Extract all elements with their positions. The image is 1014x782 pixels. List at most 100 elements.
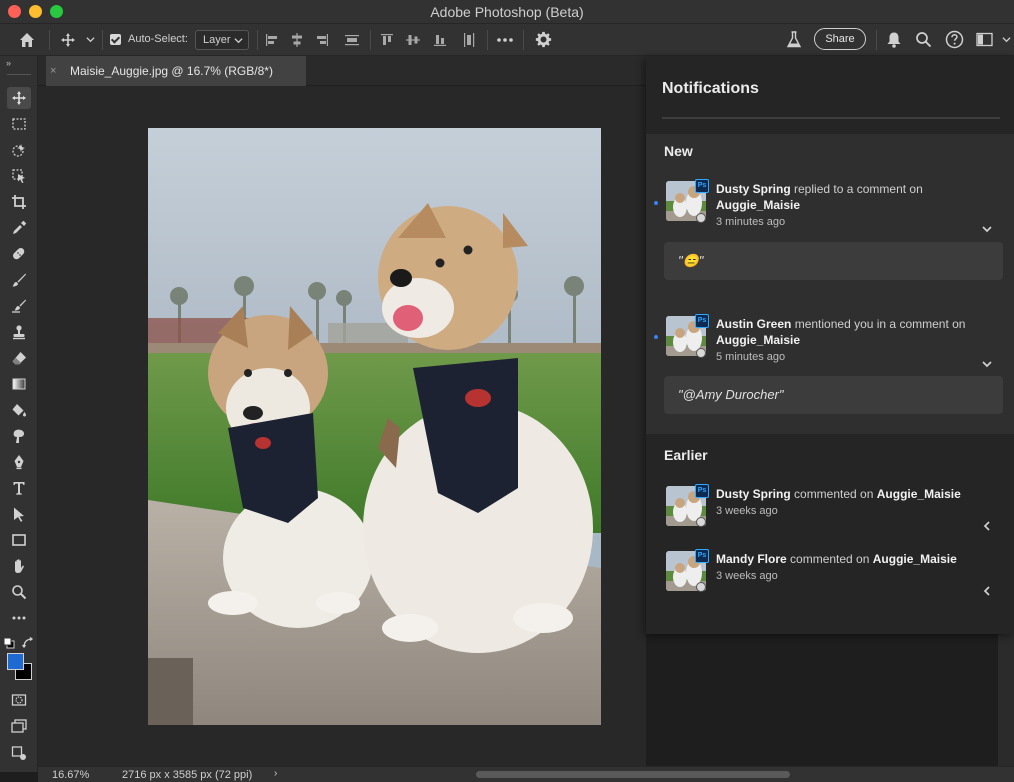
gradient-icon	[12, 378, 26, 390]
chevron-down-icon[interactable]	[980, 222, 994, 236]
clone-stamp-tool[interactable]	[7, 321, 31, 343]
hand-tool[interactable]	[7, 555, 31, 577]
chevron-down-icon[interactable]	[1002, 35, 1011, 44]
divider	[876, 30, 877, 50]
window-title: Adobe Photoshop (Beta)	[430, 3, 584, 20]
eraser-icon	[12, 352, 26, 365]
history-brush-tool[interactable]	[7, 295, 31, 317]
unread-dot	[654, 335, 658, 339]
marquee-tool[interactable]	[7, 113, 31, 135]
auto-select-target-select[interactable]: Layer	[195, 30, 249, 50]
notifications-panel: Notifications New Ps Dusty Spring replie…	[646, 56, 1014, 634]
rectangle-tool[interactable]	[7, 529, 31, 551]
edit-toolbar-button[interactable]	[7, 607, 31, 629]
align-horizontal-centers-icon[interactable]	[289, 32, 305, 48]
clone-stamp-icon	[13, 325, 25, 340]
document-tab[interactable]: × Maisie_Auggie.jpg @ 16.7% (RGB/8*)	[46, 56, 306, 86]
auto-select-checkbox[interactable]	[110, 34, 121, 45]
type-tool[interactable]	[7, 477, 31, 499]
maximize-window-button[interactable]	[50, 5, 63, 18]
align-vertical-centers-icon[interactable]	[405, 32, 421, 48]
options-bar: Auto-Select: Layer Share	[0, 24, 1014, 56]
chevron-left-icon[interactable]	[980, 584, 994, 598]
healing-brush-tool[interactable]	[7, 243, 31, 265]
document-image[interactable]	[148, 128, 601, 725]
notification-time: 3 weeks ago	[716, 505, 778, 517]
gear-icon[interactable]	[535, 31, 552, 48]
share-button[interactable]: Share	[814, 28, 866, 50]
help-icon[interactable]	[945, 30, 964, 49]
brush-tool[interactable]	[7, 269, 31, 291]
gradient-tool[interactable]	[7, 373, 31, 395]
home-icon[interactable]	[18, 31, 36, 49]
distribute-vertical-icon[interactable]	[344, 32, 360, 48]
pen-tool[interactable]	[7, 451, 31, 473]
notification-action: commented on	[794, 487, 874, 501]
crop-icon	[12, 195, 26, 209]
divider	[49, 30, 50, 50]
zoom-level-field[interactable]: 16.67%	[52, 769, 89, 781]
align-bottom-edges-icon[interactable]	[432, 32, 448, 48]
notification-action: commented on	[790, 552, 870, 566]
chevron-down-icon[interactable]	[980, 357, 994, 371]
eyedropper-tool[interactable]	[7, 217, 31, 239]
zoom-tool[interactable]	[7, 581, 31, 603]
more-options-icon[interactable]	[496, 32, 514, 48]
paint-bucket-tool[interactable]	[7, 399, 31, 421]
distribute-horizontal-icon[interactable]	[461, 32, 477, 48]
crop-tool[interactable]	[7, 191, 31, 213]
notification-time: 5 minutes ago	[716, 351, 786, 363]
move-tool-preset-icon[interactable]	[60, 32, 76, 48]
foreground-color-swatch[interactable]	[7, 653, 24, 670]
earlier-section-title: Earlier	[664, 447, 708, 463]
unread-dot	[654, 201, 658, 205]
eraser-tool[interactable]	[7, 347, 31, 369]
move-tool[interactable]	[7, 87, 31, 109]
workspace-icon[interactable]	[976, 32, 993, 47]
object-selection-tool[interactable]	[7, 139, 31, 161]
document-dimensions: 2716 px x 3585 px (72 ppi)	[122, 769, 253, 781]
dogs-photo	[148, 128, 601, 725]
align-right-edges-icon[interactable]	[314, 32, 330, 48]
bell-icon[interactable]	[886, 31, 902, 49]
canvas-area[interactable]	[38, 86, 646, 766]
swap-colors-icon[interactable]	[21, 636, 34, 649]
avatar	[696, 213, 706, 223]
content-credentials-button[interactable]	[7, 742, 31, 764]
notification-user: Austin Green	[716, 317, 792, 331]
notification-message: Mandy Flore commented on Auggie_Maisie	[716, 551, 986, 567]
default-colors-icon[interactable]	[3, 636, 15, 649]
search-icon[interactable]	[915, 31, 932, 48]
layer-select-value: Layer	[203, 34, 231, 46]
screen-mode-button[interactable]	[7, 715, 31, 737]
pen-icon	[14, 455, 24, 470]
title-bar: Adobe Photoshop (Beta)	[0, 0, 1014, 24]
chevron-left-icon[interactable]	[980, 519, 994, 533]
quick-mask-button[interactable]	[7, 689, 31, 711]
notification-message: Dusty Spring commented on Auggie_Maisie	[716, 486, 986, 502]
minimize-window-button[interactable]	[29, 5, 42, 18]
flask-icon[interactable]	[786, 31, 802, 49]
horizontal-scrollbar[interactable]	[476, 771, 790, 778]
close-tab-icon[interactable]: ×	[50, 65, 64, 77]
status-menu-arrow[interactable]: ›	[274, 768, 277, 779]
notification-action: mentioned you in a comment on	[794, 317, 966, 331]
notification-target: Auggie_Maisie	[872, 552, 957, 566]
chevron-down-icon[interactable]	[86, 35, 95, 44]
frame-select-tool[interactable]	[7, 165, 31, 187]
path-selection-tool[interactable]	[7, 503, 31, 525]
close-window-button[interactable]	[8, 5, 21, 18]
history-brush-icon	[12, 299, 26, 313]
share-for-review-icon	[11, 746, 26, 760]
notification-target: Auggie_Maisie	[876, 487, 961, 501]
align-top-edges-icon[interactable]	[379, 32, 395, 48]
path-select-icon	[14, 507, 24, 522]
smudge-tool[interactable]	[7, 425, 31, 447]
notification-action: replied to a comment on	[794, 182, 923, 196]
comment-quote: "😑"	[664, 242, 1003, 280]
more-tools-icon	[12, 616, 26, 620]
align-left-edges-icon[interactable]	[264, 32, 280, 48]
rectangle-icon	[12, 534, 26, 546]
divider	[487, 30, 488, 50]
collapse-panel-icon[interactable]: »	[6, 58, 11, 68]
